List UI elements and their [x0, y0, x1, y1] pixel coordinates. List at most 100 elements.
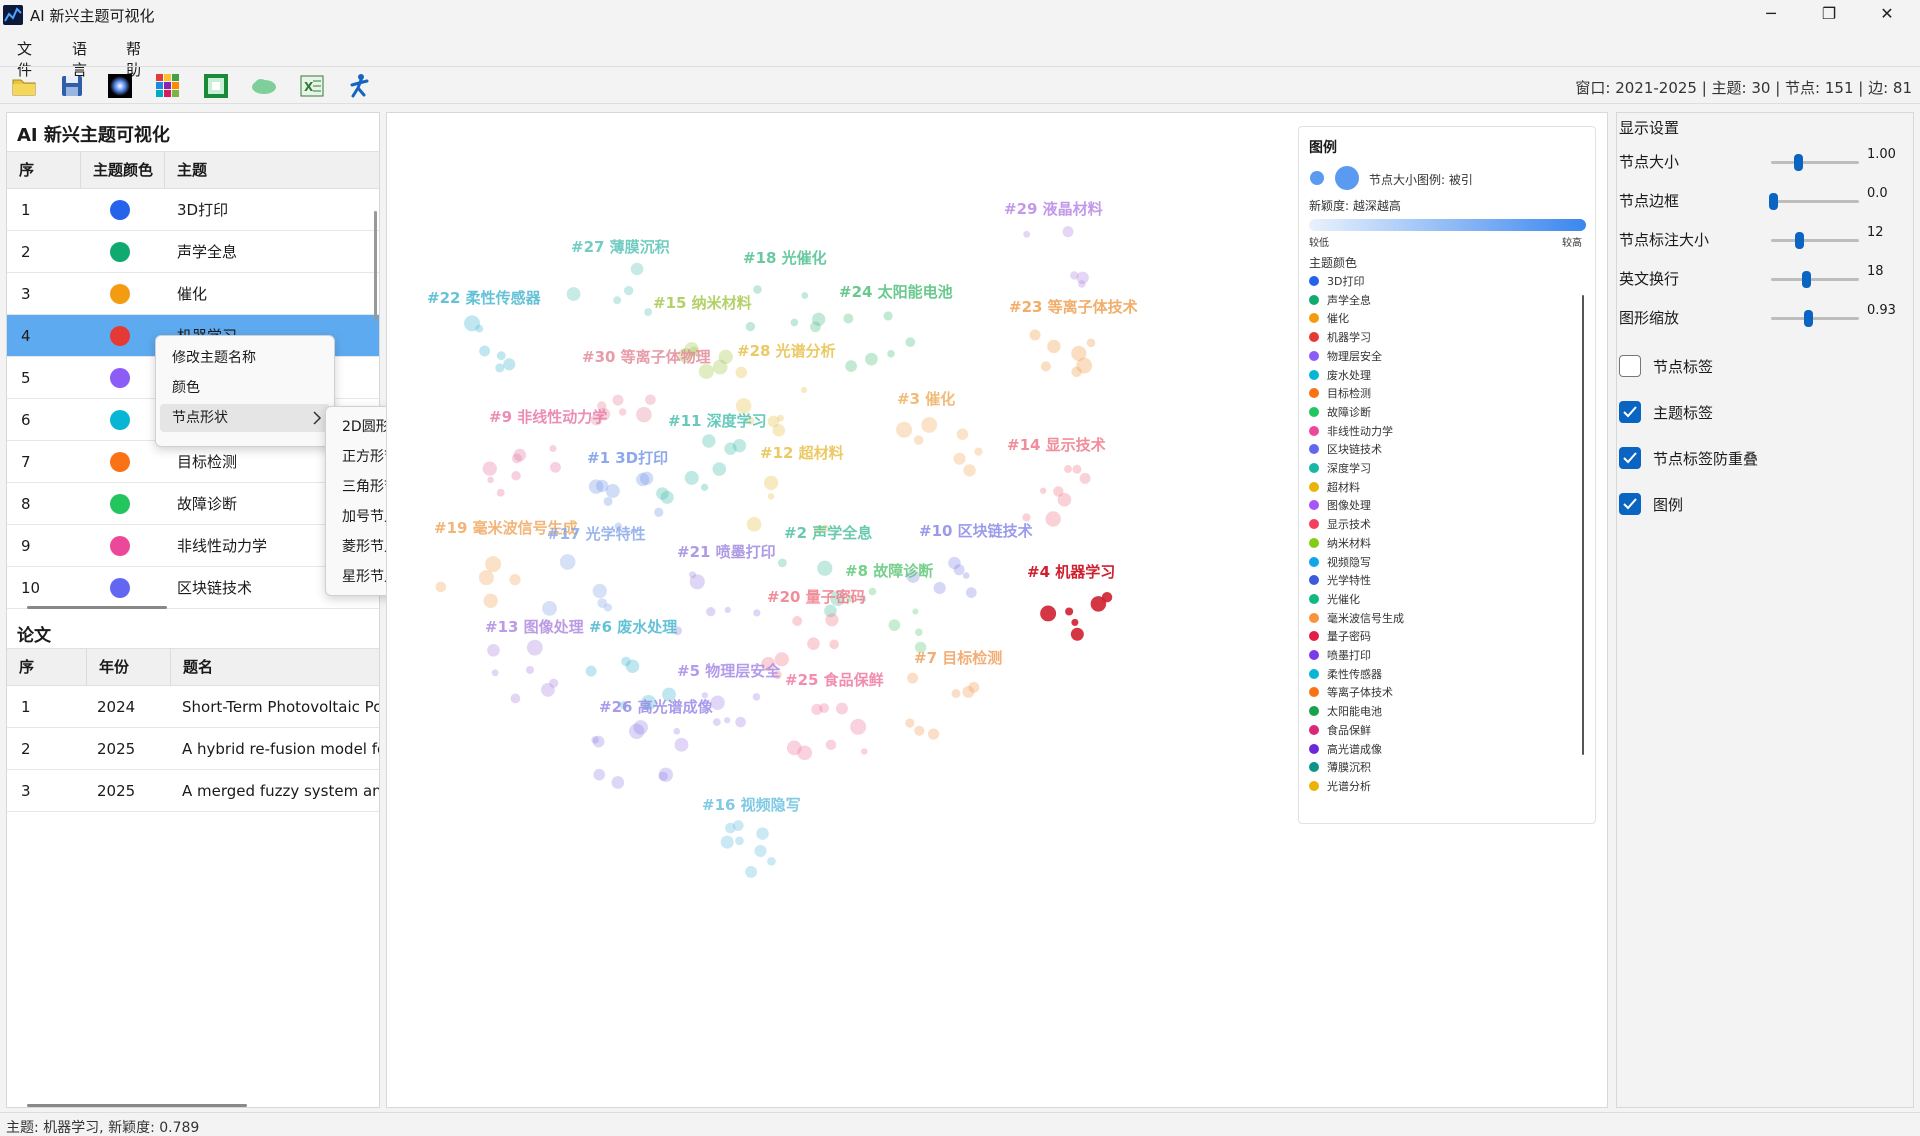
paper-row[interactable]: 2 2025 A hybrid re-fusion model for: [7, 728, 379, 770]
graph-node[interactable]: [801, 292, 809, 299]
graph-node[interactable]: [1076, 357, 1093, 374]
ctx-rename-topic[interactable]: 修改主题名称: [160, 344, 330, 372]
graph-node[interactable]: [845, 360, 857, 372]
graph-node[interactable]: [603, 603, 612, 612]
checkbox[interactable]: [1619, 401, 1641, 423]
topics-vertical-scrollbar[interactable]: [374, 211, 377, 321]
graph-node[interactable]: [654, 507, 664, 517]
graph-node[interactable]: [962, 572, 970, 579]
graph-node[interactable]: [1076, 271, 1089, 284]
image-frame-icon[interactable]: [203, 73, 229, 99]
topic-label[interactable]: #22 柔性传感器: [427, 289, 542, 307]
graph-node[interactable]: [645, 394, 656, 405]
graph-node[interactable]: [767, 857, 776, 866]
cloud-shape-icon[interactable]: [251, 73, 277, 99]
topic-label[interactable]: #30 等离子体物理: [582, 348, 711, 366]
topic-label[interactable]: #18 光催化: [743, 249, 827, 267]
topic-color-swatch[interactable]: [110, 368, 130, 388]
slider-thumb[interactable]: [1804, 310, 1814, 327]
topic-label[interactable]: #15 纳米材料: [653, 294, 752, 312]
graph-node[interactable]: [674, 737, 689, 752]
graph-node[interactable]: [487, 643, 500, 657]
slider-thumb[interactable]: [1793, 154, 1803, 171]
graph-node[interactable]: [700, 483, 709, 492]
graph-node[interactable]: [905, 337, 916, 347]
ctx-node-shape[interactable]: 节点形状: [160, 404, 330, 432]
topic-color-swatch[interactable]: [110, 578, 130, 598]
graph-node[interactable]: [585, 665, 597, 677]
topic-label[interactable]: #1 3D打印: [587, 449, 668, 467]
slider-thumb[interactable]: [1769, 193, 1778, 210]
graph-node[interactable]: [511, 471, 521, 481]
graph-node[interactable]: [684, 470, 699, 485]
graph-node[interactable]: [702, 434, 716, 448]
graph-node[interactable]: [753, 285, 762, 294]
graph-node[interactable]: [591, 736, 599, 744]
paper-row[interactable]: 3 2025 A merged fuzzy system and: [7, 770, 379, 812]
graph-node[interactable]: [905, 718, 915, 728]
slider-track[interactable]: [1771, 232, 1859, 249]
topic-color-swatch[interactable]: [110, 410, 130, 430]
graph-node[interactable]: [913, 435, 924, 445]
run-layout-icon[interactable]: [347, 73, 373, 99]
graph-node[interactable]: [810, 321, 821, 333]
topic-label[interactable]: #8 故障诊断: [845, 562, 933, 580]
graph-node[interactable]: [592, 583, 607, 599]
graph-node[interactable]: [896, 421, 913, 438]
open-folder-icon[interactable]: [11, 73, 37, 99]
graph-node[interactable]: [475, 324, 484, 333]
graph-node[interactable]: [1070, 271, 1079, 280]
graph-node[interactable]: [745, 865, 758, 878]
graph-node[interactable]: [754, 844, 767, 858]
graph-node[interactable]: [829, 639, 839, 650]
graph-canvas[interactable]: #29 液晶材料 #27 薄膜沉积 #18 光催化 #22 柔性传感器 #15 纳米材料…: [386, 112, 1608, 1108]
graph-node[interactable]: [835, 702, 848, 715]
graph-node[interactable]: [1040, 605, 1057, 622]
color-palette-icon[interactable]: [155, 73, 181, 99]
graph-node[interactable]: [956, 428, 969, 440]
graph-node[interactable]: [735, 366, 748, 379]
topic-label[interactable]: #11 深度学习: [668, 412, 767, 430]
graph-node[interactable]: [746, 517, 762, 532]
topic-label[interactable]: #27 薄膜沉积: [571, 238, 670, 256]
maximize-button[interactable]: ❐: [1800, 0, 1858, 30]
graph-node[interactable]: [435, 581, 447, 593]
graph-node[interactable]: [510, 693, 521, 704]
topic-label[interactable]: #3 催化: [897, 390, 955, 408]
slider-thumb[interactable]: [1802, 271, 1812, 288]
topic-color-swatch[interactable]: [110, 284, 130, 304]
graph-node[interactable]: [968, 681, 980, 693]
graph-node[interactable]: [1047, 339, 1061, 354]
graph-node[interactable]: [763, 475, 779, 491]
graph-node[interactable]: [566, 287, 581, 301]
graph-node[interactable]: [613, 296, 622, 305]
topic-label[interactable]: #2 声学全息: [784, 524, 872, 542]
graph-node[interactable]: [817, 560, 833, 576]
graph-node[interactable]: [786, 740, 802, 756]
graph-node[interactable]: [914, 725, 925, 736]
graph-node[interactable]: [868, 587, 877, 596]
graph-node[interactable]: [1079, 472, 1091, 484]
topic-row[interactable]: 1 3D打印: [7, 189, 379, 231]
graph-node[interactable]: [1101, 591, 1113, 603]
topic-label[interactable]: #10 区块链技术: [919, 522, 1033, 540]
graph-node[interactable]: [883, 311, 893, 321]
topic-label[interactable]: #6 废水处理: [589, 618, 677, 636]
checkbox[interactable]: [1619, 447, 1641, 469]
graph-node[interactable]: [593, 768, 606, 781]
slider-track[interactable]: [1769, 193, 1859, 210]
graph-node[interactable]: [1023, 230, 1031, 238]
graph-node[interactable]: [1086, 338, 1096, 348]
topic-color-swatch[interactable]: [110, 494, 130, 514]
graph-node[interactable]: [491, 669, 499, 677]
graph-node[interactable]: [549, 461, 561, 473]
graph-node[interactable]: [1064, 465, 1073, 473]
graph-node[interactable]: [724, 606, 731, 613]
header-paper-index[interactable]: 序: [7, 649, 87, 686]
topic-color-swatch[interactable]: [110, 242, 130, 262]
graph-node[interactable]: [603, 496, 613, 506]
topic-color-swatch[interactable]: [110, 536, 130, 556]
graph-node[interactable]: [712, 718, 721, 726]
graph-node[interactable]: [644, 308, 653, 316]
close-button[interactable]: ✕: [1858, 0, 1916, 30]
